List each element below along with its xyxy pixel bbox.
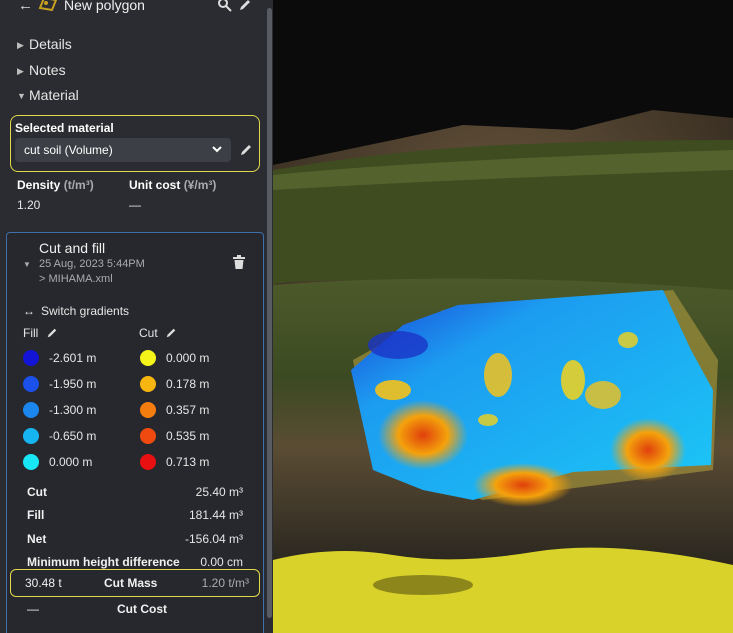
cut-legend-value: 0.713 m xyxy=(166,455,210,469)
cut-fill-date: 25 Aug, 2023 5:44PM xyxy=(39,258,145,270)
fill-legend-value: -1.950 m xyxy=(49,377,97,391)
cut-legend-value: 0.535 m xyxy=(166,429,210,443)
chevron-down-icon xyxy=(211,142,223,161)
zoom-icon[interactable] xyxy=(218,0,232,17)
terrain-render xyxy=(273,0,733,633)
chevron-right-icon: ▶ xyxy=(17,39,24,50)
cut-legend-swatch xyxy=(140,428,156,444)
cut-legend-swatch xyxy=(140,402,156,418)
stat-net-value: -156.04 m³ xyxy=(184,532,243,546)
edit-fill-pencil-icon[interactable] xyxy=(46,328,58,342)
panel-header: ← New polygon xyxy=(0,0,266,16)
fill-legend-swatch xyxy=(23,350,39,366)
cut-legend-swatch xyxy=(140,454,156,470)
cut-fill-file: > MIHAMA.xml xyxy=(39,273,113,285)
cut-legend-swatch xyxy=(140,350,156,366)
cut-mass-label: Cut Mass xyxy=(104,576,158,590)
unit-cost-label: Unit cost (¥/m³) xyxy=(129,178,217,192)
polygon-icon xyxy=(38,0,58,17)
chevron-right-icon: ▶ xyxy=(17,65,24,76)
sidebar-panel: ← New polygon ▶ Details ▶ Notes ▼ Material … xyxy=(0,0,273,633)
cut-mass-row: 30.48 t Cut Mass 1.20 t/m³ xyxy=(10,569,260,597)
switch-gradients-button[interactable]: ↔ Switch gradients xyxy=(23,304,129,318)
selected-material-group: Selected material cut soil (Volume) xyxy=(10,115,260,172)
selected-material-label: Selected material xyxy=(15,121,114,135)
trash-icon[interactable] xyxy=(233,255,245,274)
stat-min-height-value: 0.00 cm xyxy=(200,555,243,569)
edit-material-pencil-icon[interactable] xyxy=(239,143,253,162)
stat-min-height-label: Minimum height difference xyxy=(27,555,180,569)
stat-fill-value: 181.44 m³ xyxy=(188,508,243,522)
section-notes[interactable]: ▶ Notes xyxy=(17,62,66,78)
material-select-value: cut soil (Volume) xyxy=(24,143,113,157)
material-select[interactable]: cut soil (Volume) xyxy=(15,138,231,162)
fill-legend-swatch xyxy=(23,428,39,444)
fill-legend-value: -1.300 m xyxy=(49,403,97,417)
stat-cut-label: Cut xyxy=(27,485,47,499)
density-label: Density (t/m³) xyxy=(17,178,94,192)
stat-net-label: Net xyxy=(27,532,47,546)
fill-legend-value: -0.650 m xyxy=(49,429,97,443)
page-title: New polygon xyxy=(64,0,145,13)
fill-legend-swatch xyxy=(23,402,39,418)
edit-title-pencil-icon[interactable] xyxy=(238,0,252,17)
cut-cost-label: Cut Cost xyxy=(117,602,167,616)
section-details[interactable]: ▶ Details xyxy=(17,36,72,52)
scrollbar-thumb[interactable] xyxy=(267,8,272,618)
cut-header: Cut xyxy=(139,326,177,342)
cut-and-fill-card: Cut and fill ▼ 25 Aug, 2023 5:44PM > MIH… xyxy=(6,232,264,633)
chevron-down-icon: ▼ xyxy=(17,91,26,102)
cut-legend-value: 0.357 m xyxy=(166,403,210,417)
unit-cost-value: — xyxy=(129,198,141,212)
cut-legend-value: 0.000 m xyxy=(166,351,210,365)
swap-arrows-icon: ↔ xyxy=(23,304,35,318)
cut-cost-value: — xyxy=(27,602,39,616)
density-value: 1.20 xyxy=(17,198,41,212)
map-viewport[interactable] xyxy=(273,0,733,633)
fill-legend-swatch xyxy=(23,454,39,470)
back-button[interactable]: ← xyxy=(18,0,33,14)
edit-cut-pencil-icon[interactable] xyxy=(165,328,177,342)
cut-legend-swatch xyxy=(140,376,156,392)
fill-legend-value: -2.601 m xyxy=(49,351,97,365)
fill-legend-value: 0.000 m xyxy=(49,455,93,469)
fill-legend-swatch xyxy=(23,376,39,392)
cut-fill-title: Cut and fill xyxy=(39,240,106,256)
section-material[interactable]: ▼ Material xyxy=(17,87,79,103)
cut-mass-value: 30.48 t xyxy=(25,576,62,590)
cut-legend-value: 0.178 m xyxy=(166,377,210,391)
fill-header: Fill xyxy=(23,326,58,342)
chevron-down-icon[interactable]: ▼ xyxy=(23,260,31,269)
cut-mass-unit: 1.20 t/m³ xyxy=(201,576,249,590)
stat-cut-value: 25.40 m³ xyxy=(195,485,243,499)
stat-fill-label: Fill xyxy=(27,508,45,522)
sidebar-scrollbar[interactable] xyxy=(266,0,273,633)
